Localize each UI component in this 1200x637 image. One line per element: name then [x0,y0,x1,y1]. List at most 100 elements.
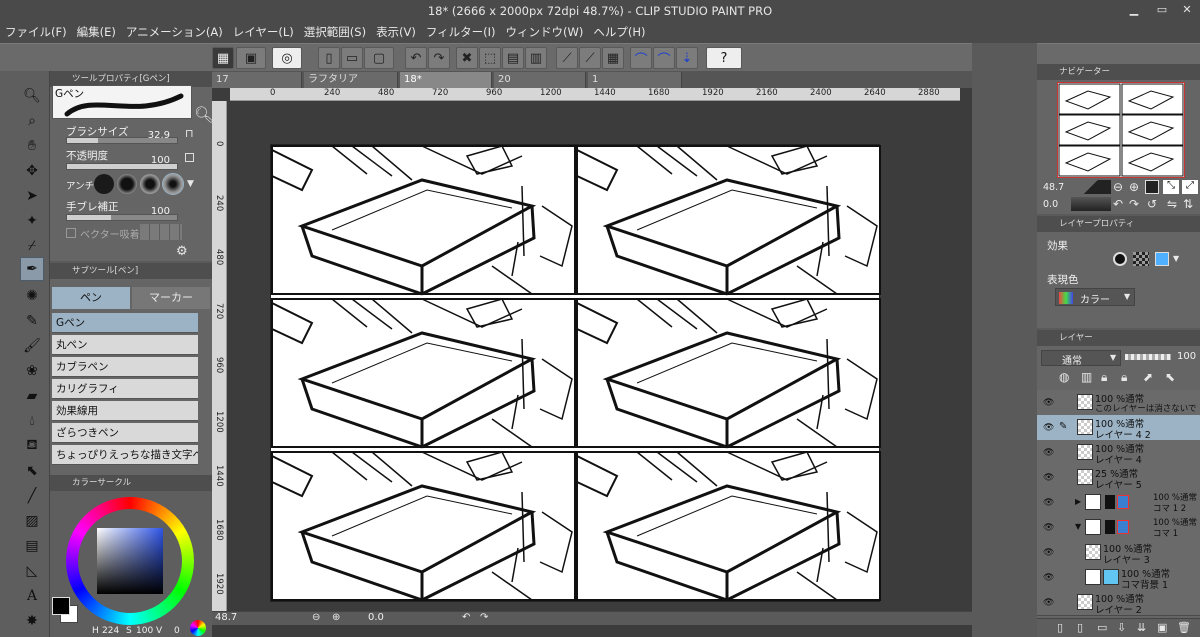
new-file-icon[interactable]: ▯ [318,47,340,69]
stabilization-value[interactable]: 100 [140,206,170,217]
chevron-down-icon[interactable]: ▼ [1173,254,1179,263]
layer-color-icon[interactable] [1155,252,1169,266]
vector-snap-mode[interactable] [140,224,182,240]
balloon-icon[interactable]: ✸ [20,609,44,633]
menu-window[interactable]: ウィンドウ(W) [501,22,589,43]
zoom-slider[interactable] [1071,180,1111,194]
rotate-left-icon[interactable]: ↶ [1113,197,1123,211]
combine-down-icon[interactable]: ⇊ [1137,621,1146,634]
open-file-icon[interactable]: ▭ [341,47,363,69]
transfer-down-icon[interactable]: ⇩ [1117,621,1126,634]
gradient-icon[interactable]: ▨ [20,509,44,533]
lock-transparency-icon[interactable]: 🔒︎ [1121,370,1127,385]
sub-tool-item[interactable]: カリグラフィ [52,379,198,399]
visibility-eye-icon[interactable]: 👁︎ [1043,573,1055,583]
zoom-in-icon[interactable]: ⊕ [1129,180,1139,194]
sub-tool-item[interactable]: ちょっぴりえっちな描き文字ペン [52,445,198,465]
collapse-folder-icon[interactable]: ▼ [1075,522,1081,531]
layer-row[interactable]: 👁︎ 100 %通常 レイヤー 4 [1037,440,1200,466]
tone-effect-icon[interactable] [1133,252,1149,266]
antialias-none-option[interactable] [94,174,114,194]
expand-folder-icon[interactable]: ▶ [1075,497,1081,506]
zoom-readout[interactable]: 48.7 [215,612,237,623]
h-value[interactable]: 224 [102,626,119,636]
reference-layer-icon[interactable]: ▥ [1081,370,1092,384]
perspective-snap-icon[interactable]: ⇣ [676,47,698,69]
operation-icon[interactable]: ➤ [20,184,44,208]
navigator-preview[interactable] [1057,82,1185,178]
chevron-down-icon[interactable]: ▼ [187,179,194,189]
layer-row[interactable]: 👁︎ 100 %通常 このレイヤーは消さないで [1037,390,1200,416]
layer-row[interactable]: 👁︎ 100 %通常 コマ背景 1 [1037,565,1200,591]
tab-canvas-17[interactable]: 17 [212,72,302,88]
snap-grid-icon[interactable]: ▦ [602,47,624,69]
visibility-eye-icon[interactable]: 👁︎ [1043,498,1055,508]
layer-opacity-value[interactable]: 100 [1177,351,1196,362]
tab-canvas-18[interactable]: 18* [400,72,492,88]
new-raster-layer-icon[interactable]: ▯ [1057,621,1063,634]
clip-icon[interactable]: ◍ [1059,370,1069,384]
mask-enable-icon[interactable]: ⬈ [1143,370,1153,384]
sub-tool-item[interactable]: 丸ペン [52,335,198,355]
fit-window-icon[interactable]: ⤢ [1182,180,1198,194]
menu-edit[interactable]: 編集(E) [72,22,121,43]
tab-pen[interactable]: ペン [52,287,130,309]
s-value[interactable]: 100 [136,626,153,636]
menu-layer[interactable]: レイヤー(L) [228,22,299,43]
move-layer-icon[interactable]: ✥ [20,159,44,183]
zoom-in-icon[interactable]: ⊕ [332,612,340,623]
layer-opacity-slider[interactable] [1125,354,1171,360]
transform-icon[interactable]: ⬚ [479,47,501,69]
zoom-out-icon[interactable]: ⊖ [312,612,320,623]
border-effect-icon[interactable] [1113,252,1127,266]
new-folder-icon[interactable]: ▭ [1097,621,1107,634]
menu-selection[interactable]: 選択範囲(S) [299,22,371,43]
new-vector-layer-icon[interactable]: ▯ [1077,621,1083,634]
layer-row[interactable]: 👁︎ 25 %通常 レイヤー 5 [1037,465,1200,491]
menu-file[interactable]: ファイル(F) [0,22,72,43]
menu-filter[interactable]: フィルター(I) [421,22,501,43]
close-icon[interactable]: ✕ [1180,3,1194,17]
sub-tool-item[interactable]: 効果線用 [52,401,198,421]
visibility-eye-icon[interactable]: 👁︎ [1043,598,1055,608]
pressure-icon[interactable]: ⊓ [185,127,194,140]
layer-row[interactable]: 👁︎ 100 %通常 レイヤー 2 [1037,590,1200,616]
rotation-slider[interactable] [1071,197,1111,211]
ruler-icon[interactable]: ◺ [20,559,44,583]
hand-zoom-icon[interactable]: ⌕ [20,109,44,133]
settings-wrench-icon[interactable]: ⚙︎ [176,244,188,259]
snap-ruler-icon[interactable]: ⟋ [556,47,578,69]
zoom-icon[interactable]: 🔍︎ [20,84,44,108]
visibility-eye-icon[interactable]: 👁︎ [1043,473,1055,483]
fullscreen-icon[interactable]: ⤡ [1163,180,1179,194]
opacity-checkbox[interactable] [185,153,194,162]
sub-tool-item[interactable]: カブラペン [52,357,198,377]
layer-row[interactable]: 👁︎ 100 %通常 レイヤー 3 [1037,540,1200,566]
tab-canvas-1[interactable]: 1 [588,72,682,88]
pen-tool-icon[interactable]: ✒︎ [20,257,44,281]
help-button[interactable]: ? [706,47,742,69]
minimize-icon[interactable]: ▁ [1127,3,1141,17]
blend-icon[interactable]: 💧︎ [20,409,44,433]
decoration-icon[interactable]: ❀ [20,359,44,383]
zoom-out-icon[interactable]: ⊖ [1113,180,1123,194]
frame-border-icon[interactable]: ▤ [20,534,44,558]
menu-animation[interactable]: アニメーション(A) [121,22,228,43]
figure-icon[interactable]: ⬉ [20,459,44,483]
fill-icon[interactable]: ▤ [502,47,524,69]
undo-icon[interactable]: ↶ [405,47,427,69]
angle-readout[interactable]: 0.0 [368,612,384,623]
sub-tool-item[interactable]: ざらつきペン [52,423,198,443]
save-icon[interactable]: ▢ [364,47,394,69]
eraser-icon[interactable]: ▰ [20,384,44,408]
flip-horizontal-icon[interactable]: ⇋ [1167,197,1177,211]
tab-canvas-raphtalia[interactable]: ラフタリア [304,72,398,88]
layer-row[interactable]: 👁︎ ▶ 100 %通常 コマ 1 2 [1037,490,1200,516]
crop-icon[interactable]: ▥ [525,47,547,69]
fit-icon[interactable] [1145,180,1159,194]
airbrush-icon[interactable]: ✺ [20,284,44,308]
expression-color-select[interactable]: カラー ▼ [1055,288,1135,306]
auto-select-icon[interactable]: ✦ [20,209,44,233]
sub-tool-item[interactable]: Gペン [52,313,198,333]
ruler-show-icon[interactable]: ⬉ [1165,370,1175,384]
